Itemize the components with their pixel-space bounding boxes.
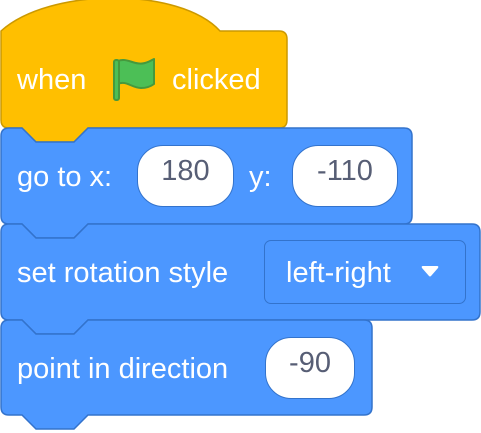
direction-value-input[interactable]: -90 (265, 337, 355, 399)
rotation-style-label: set rotation style (17, 257, 229, 289)
dropdown-arrow-icon (421, 266, 439, 277)
goto-y-label: y: (249, 161, 272, 193)
x-value-input[interactable]: 180 (137, 145, 234, 207)
direction-label: point in direction (17, 353, 229, 385)
scratch-script: when clicked go to x: 180 y: -110 set ro… (0, 0, 481, 433)
green-flag-icon (113, 58, 155, 101)
hat-when-label: when (17, 64, 87, 96)
y-value-input[interactable]: -110 (292, 145, 398, 207)
goto-label: go to x: (17, 161, 113, 193)
rotation-style-value: left-right (286, 257, 391, 289)
hat-clicked-label: clicked (172, 64, 261, 96)
rotation-style-dropdown[interactable]: left-right (264, 240, 466, 304)
